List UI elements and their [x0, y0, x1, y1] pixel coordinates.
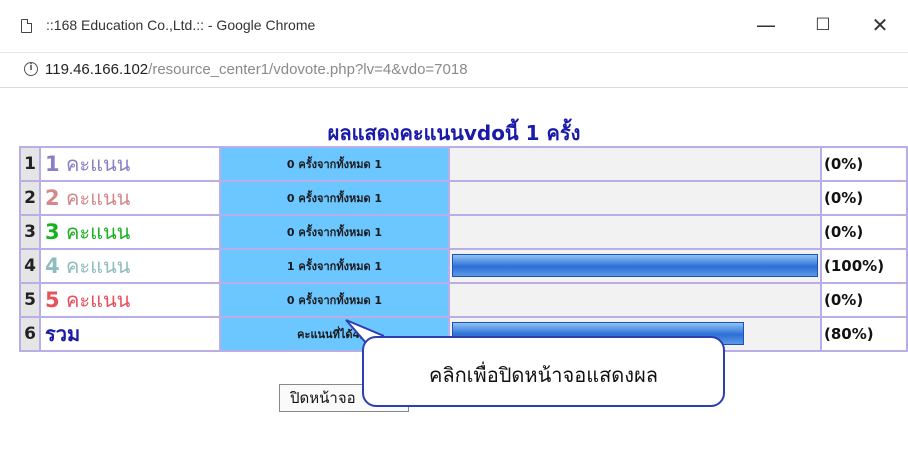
- row-count: 0 ครั้งจากทั้งหมด 1: [221, 182, 448, 214]
- row-percent: (0%): [822, 216, 906, 248]
- window-title: ::168 Education Co.,Ltd.:: - Google Chro…: [46, 17, 316, 33]
- row-percent: (80%): [822, 318, 906, 350]
- score-unit: คะแนน: [59, 186, 131, 210]
- result-row: 22 คะแนน 0 ครั้งจากทั้งหมด 1 (0%): [21, 182, 906, 214]
- maximize-button[interactable]: ☐: [803, 10, 843, 40]
- row-bar-track: [450, 182, 820, 214]
- row-bar-track: [450, 250, 820, 282]
- row-count: 0 ครั้งจากทั้งหมด 1: [221, 148, 448, 180]
- row-label: 5 คะแนน: [41, 284, 219, 316]
- row-bar-track: [450, 284, 820, 316]
- row-number: 5: [21, 284, 39, 316]
- results-table: 11 คะแนน 0 ครั้งจากทั้งหมด 1 (0%) 2 2 คะแนน 0…: [19, 146, 908, 352]
- score-unit: คะแนน: [59, 220, 131, 244]
- result-row: 11 คะแนน 0 ครั้งจากทั้งหมด 1 (0%): [21, 148, 906, 180]
- row-label: รวม: [41, 318, 219, 350]
- row-number: 3: [21, 216, 39, 248]
- tooltip-text: คลิกเพื่อปิดหน้าจอแสดงผล: [428, 363, 659, 387]
- row-label: 1 คะแนน: [41, 148, 219, 180]
- row-bar-track: [450, 216, 820, 248]
- row-percent: (100%): [822, 250, 906, 282]
- score-number: 3: [45, 220, 60, 244]
- page-title: ผลแสดงคะแนนvdoนี้ 1 ครั้ง: [327, 121, 581, 145]
- row-label: 4 คะแนน: [41, 250, 219, 282]
- row-bar-fill: [452, 254, 818, 277]
- row-number: 6: [21, 318, 39, 350]
- row-count: 1 ครั้งจากทั้งหมด 1: [221, 250, 448, 282]
- close-window-button[interactable]: ✕: [860, 10, 900, 40]
- window-titlebar: ::168 Education Co.,Ltd.:: - Google Chro…: [0, 0, 908, 52]
- score-number: 2: [45, 186, 60, 210]
- row-percent: (0%): [822, 148, 906, 180]
- score-unit: คะแนน: [59, 288, 131, 312]
- row-percent: (0%): [822, 284, 906, 316]
- url-host: 119.46.166.102: [45, 61, 149, 78]
- page-icon: [21, 19, 32, 33]
- score-number: 4: [45, 254, 60, 278]
- row-number: 2: [21, 182, 39, 214]
- row-count: 0 ครั้งจากทั้งหมด 1: [221, 284, 448, 316]
- score-unit: คะแนน: [59, 152, 131, 176]
- score-unit: คะแนน: [59, 254, 131, 278]
- row-label: 2 คะแนน: [41, 182, 219, 214]
- row-bar-track: [450, 148, 820, 180]
- row-percent: (0%): [822, 182, 906, 214]
- url-text[interactable]: 119.46.166.102/resource_center1/vdovote.…: [45, 61, 468, 78]
- url-path: /resource_center1/vdovote.php?lv=4&vdo=7…: [148, 61, 468, 78]
- tooltip: คลิกเพื่อปิดหน้าจอแสดงผล: [362, 336, 725, 407]
- result-row: 55 คะแนน 0 ครั้งจากทั้งหมด 1 (0%): [21, 284, 906, 316]
- row-number: 1: [21, 148, 39, 180]
- minimize-button[interactable]: —: [746, 10, 786, 40]
- result-row: 44 คะแนน 1 ครั้งจากทั้งหมด 1 (100%): [21, 250, 906, 282]
- info-icon[interactable]: i: [24, 62, 38, 76]
- address-bar[interactable]: i 119.46.166.102/resource_center1/vdovot…: [0, 52, 908, 88]
- row-count: 0 ครั้งจากทั้งหมด 1: [221, 216, 448, 248]
- result-row: 33 คะแนน 0 ครั้งจากทั้งหมด 1 (0%): [21, 216, 906, 248]
- score-number: 1: [45, 152, 60, 176]
- row-label: 3 คะแนน: [41, 216, 219, 248]
- row-number: 4: [21, 250, 39, 282]
- score-number: 5: [45, 288, 60, 312]
